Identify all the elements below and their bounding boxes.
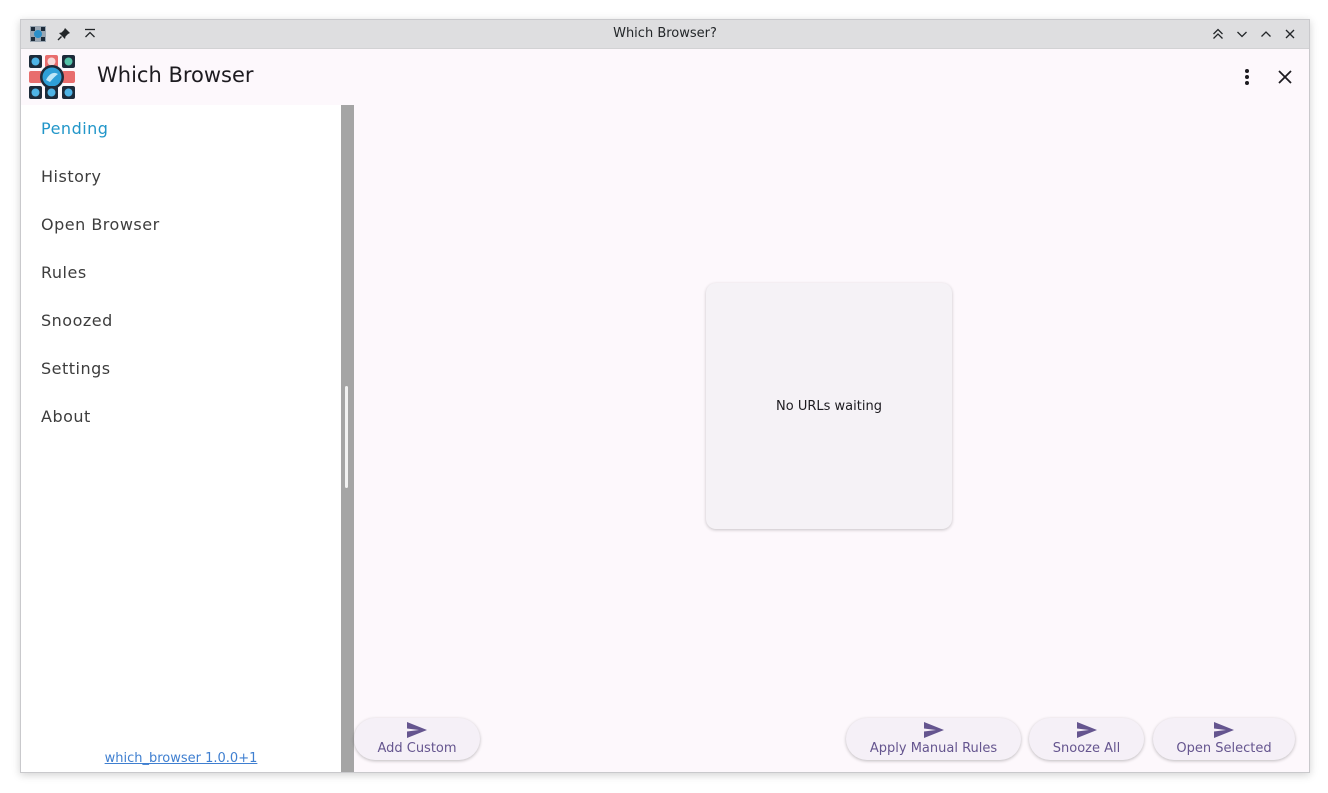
sidebar-item-rules[interactable]: Rules <box>41 263 87 282</box>
more-vert-icon[interactable] <box>1235 65 1259 89</box>
main-content: No URLs waiting Add Custom Apply Manual … <box>354 105 1309 772</box>
send-icon <box>1213 721 1235 739</box>
version-link[interactable]: which_browser 1.0.0+1 <box>21 751 341 766</box>
snooze-all-label: Snooze All <box>1052 741 1121 756</box>
snooze-all-button[interactable]: Snooze All <box>1029 718 1144 760</box>
sidebar-item-open-browser[interactable]: Open Browser <box>41 215 160 234</box>
sidebar-item-snoozed[interactable]: Snoozed <box>41 311 113 330</box>
send-icon <box>1076 721 1098 739</box>
empty-state-message: No URLs waiting <box>776 398 882 414</box>
divider-handle[interactable] <box>345 386 348 488</box>
empty-state-card: No URLs waiting <box>706 283 952 529</box>
close-icon[interactable] <box>1273 65 1297 89</box>
app-bar: Which Browser <box>21 49 1309 105</box>
sidebar-nav: Pending History Open Browser Rules Snooz… <box>21 105 341 772</box>
send-icon <box>923 721 945 739</box>
sidebar-item-about[interactable]: About <box>41 407 91 426</box>
sidebar-item-history[interactable]: History <box>41 167 101 186</box>
window-close-icon[interactable] <box>1281 25 1299 43</box>
open-selected-button[interactable]: Open Selected <box>1153 718 1295 760</box>
apply-manual-rules-button[interactable]: Apply Manual Rules <box>846 718 1021 760</box>
minimize-icon[interactable] <box>1233 25 1251 43</box>
app-title: Which Browser <box>97 63 254 87</box>
sidebar-item-pending[interactable]: Pending <box>41 119 108 138</box>
add-custom-label: Add Custom <box>377 741 457 756</box>
maximize-icon[interactable] <box>1257 25 1275 43</box>
app-logo <box>29 55 75 99</box>
add-custom-button[interactable]: Add Custom <box>354 718 480 760</box>
app-window: Which Browser? Which Browser Pending His… <box>20 19 1310 773</box>
apply-manual-rules-label: Apply Manual Rules <box>869 741 998 756</box>
sidebar-item-settings[interactable]: Settings <box>41 359 111 378</box>
window-title: Which Browser? <box>613 26 717 41</box>
send-icon <box>406 721 428 739</box>
window-titlebar[interactable]: Which Browser? <box>21 20 1309 49</box>
open-selected-label: Open Selected <box>1176 741 1272 756</box>
shade-icon[interactable] <box>1209 25 1227 43</box>
